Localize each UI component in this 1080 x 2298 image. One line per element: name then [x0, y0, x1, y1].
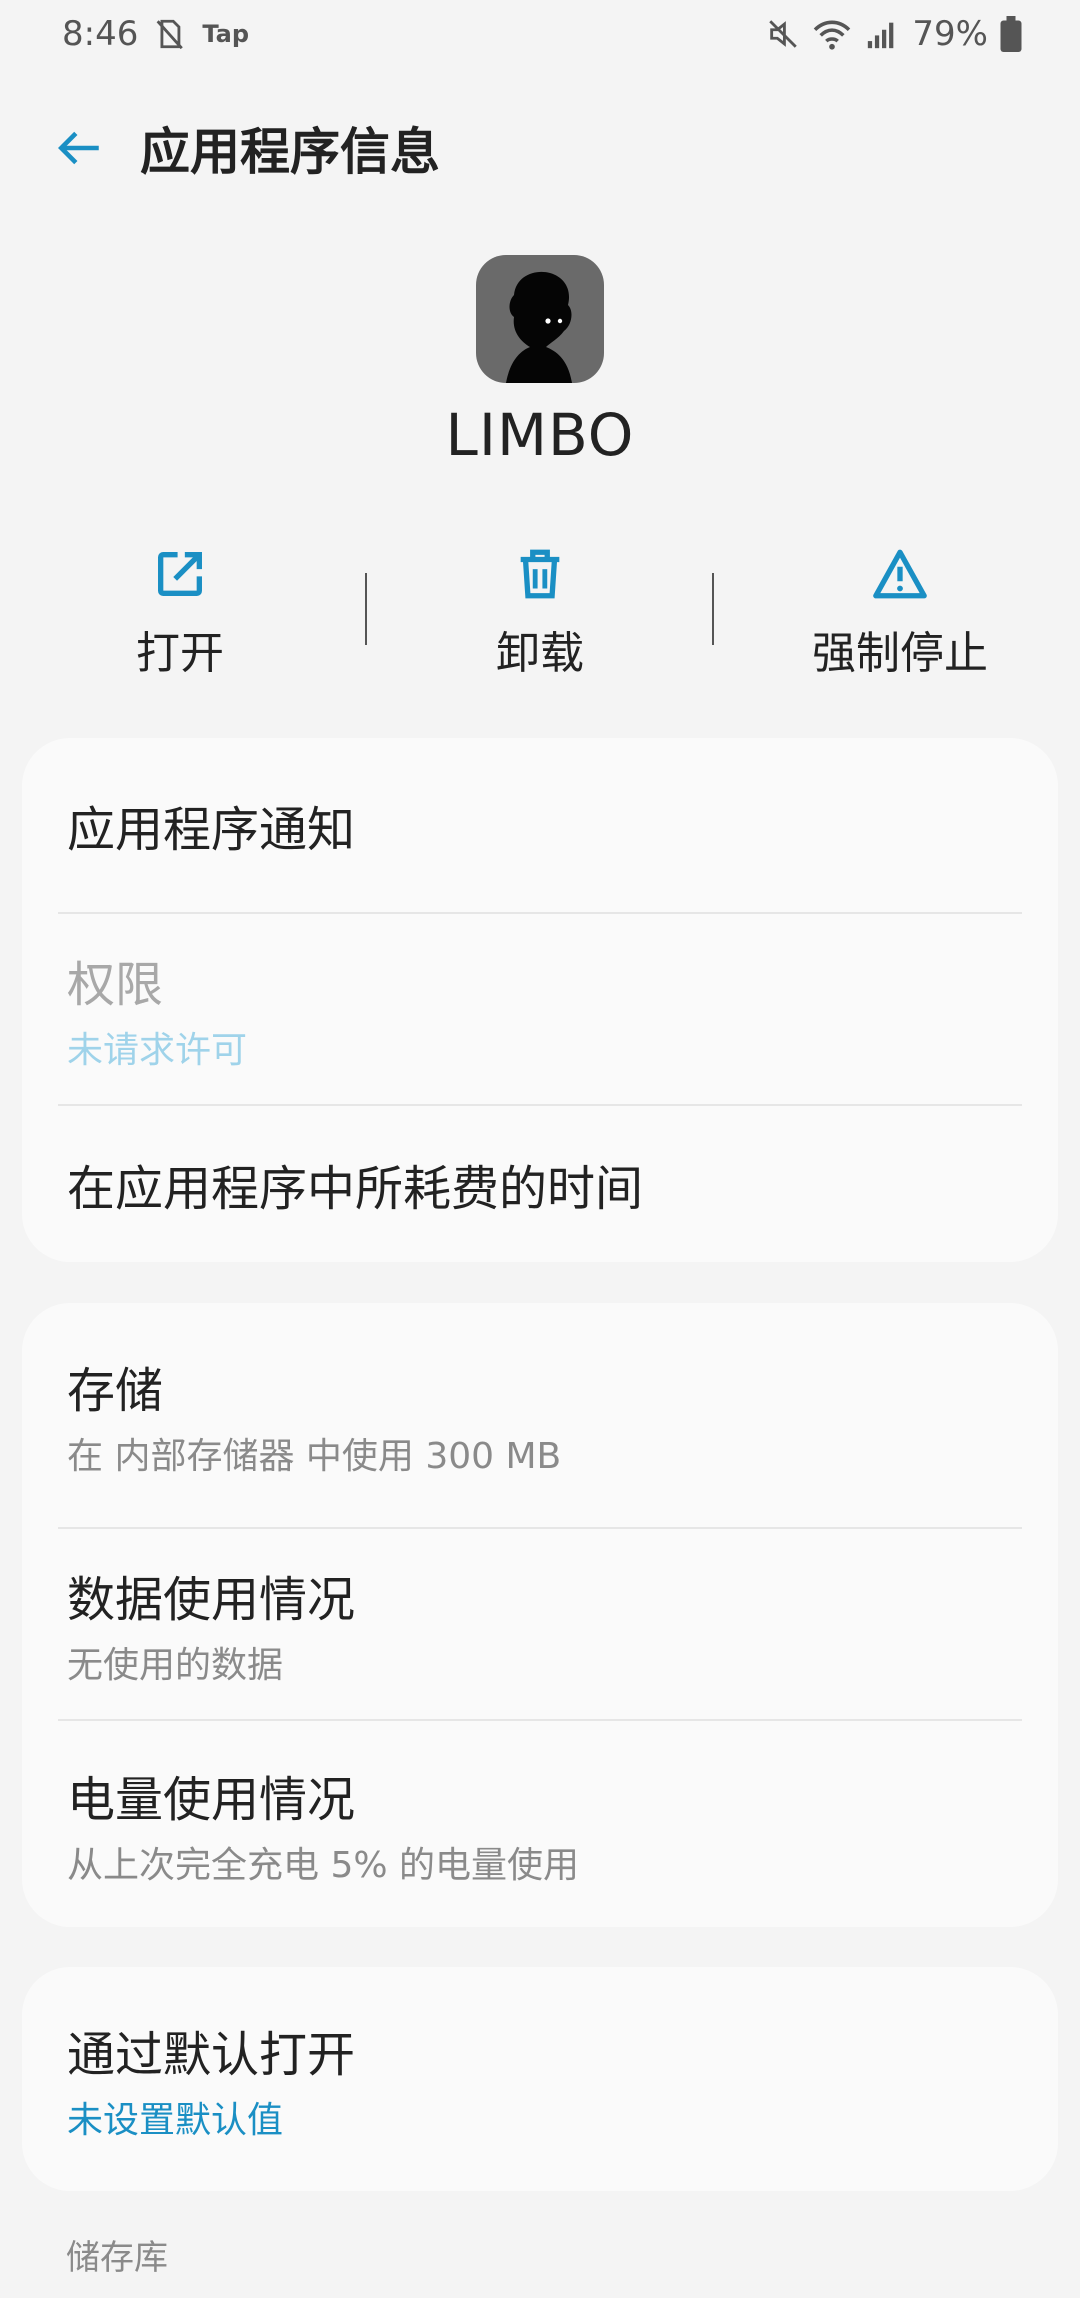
- open-by-default-subtitle: 未设置默认值: [67, 2100, 284, 2141]
- data-usage-row[interactable]: 数据使用情况 无使用的数据: [22, 1529, 1058, 1719]
- limbo-app-icon: [476, 255, 604, 383]
- app-bar: 应用程序信息: [0, 100, 1080, 190]
- defaults-card: 通过默认打开 未设置默认值: [22, 1967, 1058, 2191]
- battery-icon: [1000, 16, 1022, 52]
- storage-row[interactable]: 存储 在 内部存储器 中使用 300 MB: [22, 1303, 1058, 1527]
- tap-label: Tap: [202, 20, 250, 48]
- storage-title: 存储: [67, 1363, 164, 1419]
- open-by-default-title: 通过默认打开: [67, 2027, 356, 2083]
- app-name: LIMBO: [445, 401, 635, 469]
- uninstall-label: 卸载: [496, 628, 584, 679]
- notifications-row[interactable]: 应用程序通知: [22, 738, 1058, 912]
- battery-usage-title: 电量使用情况: [67, 1772, 356, 1828]
- action-divider: [365, 573, 367, 645]
- usage-card: 存储 在 内部存储器 中使用 300 MB 数据使用情况 无使用的数据 电量使用…: [22, 1303, 1058, 1927]
- clock: 8:46: [62, 14, 139, 54]
- permissions-subtitle: 未请求许可: [67, 1030, 248, 1071]
- force-stop-label: 强制停止: [812, 628, 988, 679]
- uninstall-button[interactable]: 卸载: [360, 545, 720, 679]
- battery-percent: 79%: [912, 14, 988, 54]
- screen-time-row[interactable]: 在应用程序中所耗费的时间: [22, 1106, 1058, 1262]
- permissions-title: 权限: [67, 957, 164, 1013]
- app-header: LIMBO: [0, 255, 1080, 469]
- wifi-icon: [812, 17, 852, 51]
- back-button[interactable]: [50, 118, 110, 178]
- data-usage-title: 数据使用情况: [67, 1572, 356, 1628]
- open-external-icon: [151, 545, 209, 603]
- action-bar: 打开 卸载 强制停止: [0, 545, 1080, 679]
- store-section-header: 储存库: [66, 2238, 168, 2278]
- data-usage-subtitle: 无使用的数据: [67, 1645, 284, 1686]
- notifications-title: 应用程序通知: [67, 802, 356, 858]
- battery-usage-subtitle: 从上次完全充电 5% 的电量使用: [67, 1845, 579, 1886]
- status-bar: 8:46 Tap 79%: [0, 0, 1080, 70]
- app-settings-card: 应用程序通知 权限 未请求许可 在应用程序中所耗费的时间: [22, 738, 1058, 1262]
- signal-icon: [864, 17, 900, 51]
- storage-subtitle: 在 内部存储器 中使用 300 MB: [67, 1436, 562, 1477]
- action-divider: [712, 573, 714, 645]
- force-stop-button[interactable]: 强制停止: [720, 545, 1080, 679]
- mute-icon: [766, 17, 800, 51]
- screen-time-title: 在应用程序中所耗费的时间: [67, 1161, 644, 1217]
- permissions-row[interactable]: 权限 未请求许可: [22, 914, 1058, 1104]
- page-title: 应用程序信息: [140, 123, 440, 181]
- no-sim-icon: [152, 17, 186, 51]
- battery-usage-row[interactable]: 电量使用情况 从上次完全充电 5% 的电量使用: [22, 1721, 1058, 1927]
- open-by-default-row[interactable]: 通过默认打开 未设置默认值: [22, 1967, 1058, 2191]
- open-label: 打开: [136, 628, 224, 679]
- trash-icon: [511, 545, 569, 603]
- arrow-left-icon: [55, 123, 105, 173]
- open-button[interactable]: 打开: [0, 545, 360, 679]
- warning-icon: [871, 545, 929, 603]
